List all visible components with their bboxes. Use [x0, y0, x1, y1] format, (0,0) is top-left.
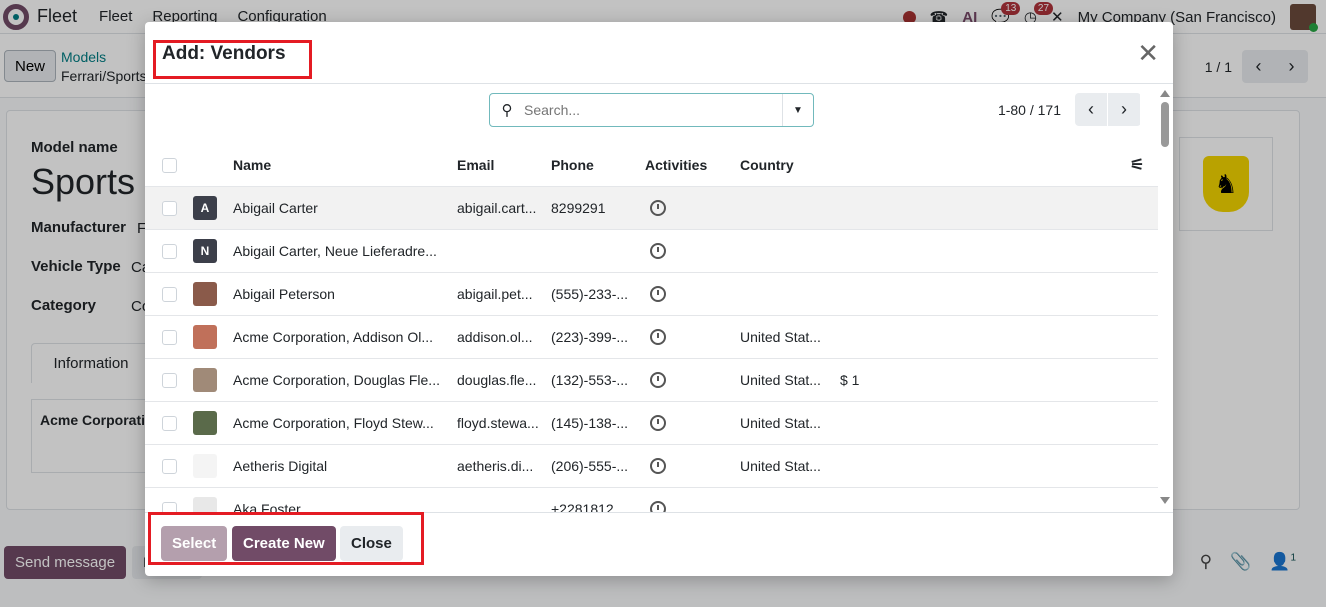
- column-phone[interactable]: Phone: [551, 157, 594, 173]
- clock-icon[interactable]: [650, 286, 666, 302]
- cell-email: floyd.stewa...: [457, 415, 539, 431]
- cell-name: Abigail Carter: [233, 200, 318, 216]
- add-vendors-dialog: Add: Vendors ✕ ⚲ ▼ 1-80 / 171 ‹› Name Em…: [145, 22, 1173, 576]
- clock-icon[interactable]: [650, 200, 666, 216]
- cell-phone: +2281812: [551, 501, 614, 512]
- cell-country: United Stat...: [740, 458, 821, 474]
- table-row[interactable]: Aetheris Digital aetheris.di... (206)-555-…: [145, 445, 1158, 488]
- clock-icon[interactable]: [650, 243, 666, 259]
- cell-phone: (206)-555-...: [551, 458, 629, 474]
- vendors-table: Name Email Phone Activities Country ⚟ AA…: [145, 144, 1158, 512]
- row-checkbox[interactable]: [162, 501, 177, 512]
- cell-country: United Stat...: [740, 415, 821, 431]
- table-row[interactable]: A Abigail Carter abigail.cart... 8299291: [145, 187, 1158, 230]
- cell-phone: (555)-233-...: [551, 286, 629, 302]
- avatar: [193, 282, 217, 306]
- avatar: [193, 325, 217, 349]
- search-options-dropdown-icon[interactable]: ▼: [782, 94, 813, 126]
- clock-icon[interactable]: [650, 329, 666, 345]
- table-row[interactable]: Acme Corporation, Floyd Stew... floyd.ste…: [145, 402, 1158, 445]
- cell-country: United Stat...: [740, 329, 821, 345]
- buttons-highlight-box: [148, 512, 424, 565]
- cell-email: addison.ol...: [457, 329, 533, 345]
- pager-next-icon[interactable]: ›: [1108, 93, 1141, 126]
- cell-name: Acme Corporation, Floyd Stew...: [233, 415, 434, 431]
- search-input[interactable]: [524, 102, 782, 118]
- row-checkbox[interactable]: [162, 458, 177, 474]
- optional-columns-icon[interactable]: ⚟: [1130, 155, 1144, 175]
- select-all-checkbox[interactable]: [162, 157, 177, 173]
- table-row[interactable]: Acme Corporation, Douglas Fle... douglas.…: [145, 359, 1158, 402]
- scroll-thumb[interactable]: [1161, 102, 1169, 147]
- avatar: [193, 368, 217, 392]
- dialog-scrollbar[interactable]: [1158, 84, 1173, 514]
- avatar: [193, 497, 217, 512]
- scroll-down-icon[interactable]: [1160, 497, 1170, 504]
- column-country[interactable]: Country: [740, 157, 794, 173]
- pager-value[interactable]: 1-80 / 171: [998, 102, 1061, 118]
- clock-icon[interactable]: [650, 415, 666, 431]
- cell-name: Abigail Peterson: [233, 286, 335, 302]
- row-checkbox[interactable]: [162, 372, 177, 388]
- clock-icon[interactable]: [650, 458, 666, 474]
- pager-prev-icon[interactable]: ‹: [1075, 93, 1108, 126]
- search-icon: ⚲: [501, 102, 513, 119]
- clock-icon[interactable]: [650, 372, 666, 388]
- cell-email: douglas.fle...: [457, 372, 537, 388]
- cell-phone: (132)-553-...: [551, 372, 629, 388]
- cell-phone: (145)-138-...: [551, 415, 629, 431]
- avatar: A: [193, 196, 217, 220]
- scroll-up-icon[interactable]: [1160, 90, 1170, 97]
- title-highlight-box: [153, 40, 312, 79]
- cell-extra: $ 1: [840, 372, 860, 388]
- clock-icon[interactable]: [650, 501, 666, 512]
- column-name[interactable]: Name: [233, 157, 448, 173]
- cell-name: Aetheris Digital: [233, 458, 328, 474]
- table-row[interactable]: Abigail Peterson abigail.pet... (555)-233-…: [145, 273, 1158, 316]
- row-checkbox[interactable]: [162, 243, 177, 259]
- cell-email: aetheris.di...: [457, 458, 534, 474]
- avatar: N: [193, 239, 217, 263]
- cell-name: Acme Corporation, Douglas Fle...: [233, 372, 440, 388]
- close-icon[interactable]: ✕: [1137, 38, 1159, 69]
- cell-country: United Stat...: [740, 372, 821, 388]
- cell-name: Aka Foster: [233, 501, 301, 512]
- cell-name: Abigail Carter, Neue Lieferadre...: [233, 243, 437, 259]
- row-checkbox[interactable]: [162, 329, 177, 345]
- avatar: [193, 454, 217, 478]
- search-bar: ⚲ ▼: [489, 93, 814, 127]
- cell-email: abigail.cart...: [457, 200, 537, 216]
- column-activities[interactable]: Activities: [645, 157, 707, 173]
- table-row[interactable]: Acme Corporation, Addison Ol... addison.o…: [145, 316, 1158, 359]
- dialog-pager: 1-80 / 171 ‹ ›: [998, 93, 1141, 126]
- column-email[interactable]: Email: [457, 157, 494, 173]
- cell-email: abigail.pet...: [457, 286, 533, 302]
- table-row[interactable]: Aka Foster +2281812: [145, 488, 1158, 512]
- cell-phone: (223)-399-...: [551, 329, 629, 345]
- cell-name: Acme Corporation, Addison Ol...: [233, 329, 433, 345]
- table-row[interactable]: N Abigail Carter, Neue Lieferadre...: [145, 230, 1158, 273]
- row-checkbox[interactable]: [162, 200, 177, 216]
- table-header: Name Email Phone Activities Country ⚟: [145, 144, 1158, 187]
- row-checkbox[interactable]: [162, 415, 177, 431]
- row-checkbox[interactable]: [162, 286, 177, 302]
- cell-phone: 8299291: [551, 200, 606, 216]
- avatar: [193, 411, 217, 435]
